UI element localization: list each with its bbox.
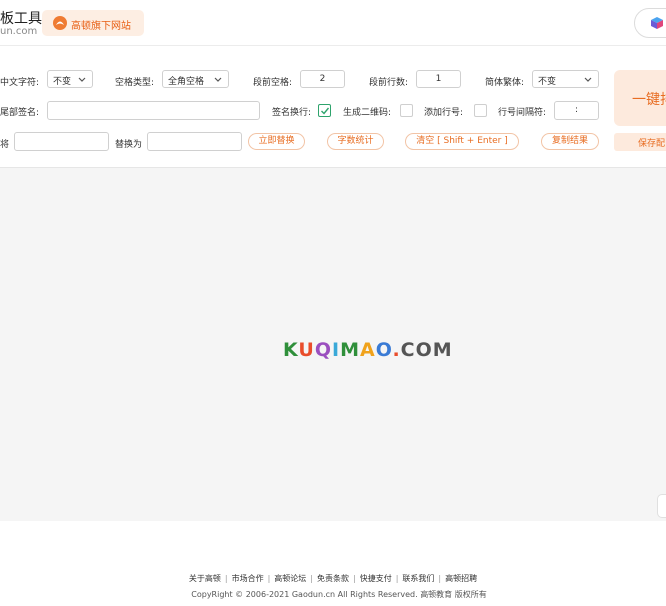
trad-simp-select[interactable]: 不变 bbox=[532, 70, 599, 88]
watermark-logo: KUQIMAO.COM bbox=[283, 339, 453, 361]
footer-link-disclaimer[interactable]: 免责条款 bbox=[317, 574, 349, 583]
parent-site-label: 高顿旗下网站 bbox=[71, 21, 131, 32]
side-float-tab[interactable] bbox=[657, 494, 666, 518]
watermark-char: I bbox=[331, 339, 341, 361]
para-lines-label: 段前行数: bbox=[369, 78, 409, 88]
replace-now-button[interactable]: 立即替换 bbox=[248, 133, 305, 150]
replace-from-label: 将 bbox=[0, 140, 10, 150]
footer-link-forum[interactable]: 高顿论坛 bbox=[274, 574, 306, 583]
sign-newline-label: 签名换行: bbox=[272, 108, 312, 118]
para-space-label: 段前空格: bbox=[253, 78, 293, 88]
space-type-select[interactable]: 全角空格 bbox=[162, 70, 229, 88]
line-number-label: 添加行号: bbox=[424, 108, 464, 118]
watermark-char: U bbox=[298, 339, 315, 361]
line-separator-label: 行号间隔符: bbox=[498, 108, 547, 118]
watermark-char: A bbox=[359, 339, 376, 361]
watermark-char: K bbox=[283, 339, 299, 361]
chinese-char-label: 中文字符: bbox=[0, 78, 40, 88]
sign-newline-checkbox[interactable] bbox=[318, 104, 331, 117]
space-type-value: 全角空格 bbox=[168, 77, 205, 87]
footer-copyright: CopyRight © 2006-2021 Gaodun.cn All Righ… bbox=[191, 590, 487, 599]
footer-separator: | bbox=[224, 574, 228, 583]
one-click-format-button[interactable]: 一键排 bbox=[614, 70, 666, 126]
line-number-checkbox[interactable] bbox=[474, 104, 487, 117]
footer-link-cooperation[interactable]: 市场合作 bbox=[232, 574, 264, 583]
chevron-down-icon bbox=[214, 76, 222, 86]
footer-separator: | bbox=[267, 574, 271, 583]
footer-link-payment[interactable]: 快捷支付 bbox=[360, 574, 392, 583]
footer-separator: | bbox=[310, 574, 313, 583]
replace-to-input[interactable] bbox=[147, 132, 242, 151]
footer-link-about[interactable]: 关于高顿 bbox=[189, 574, 221, 583]
footer-separator: | bbox=[438, 574, 442, 583]
parent-site-badge[interactable]: 高顿旗下网站 bbox=[42, 10, 144, 36]
copy-result-button[interactable]: 复制结果 bbox=[541, 133, 599, 150]
trad-simp-value: 不变 bbox=[538, 77, 557, 87]
site-logo-title[interactable]: 板工具 bbox=[0, 8, 42, 28]
cube-icon bbox=[650, 16, 664, 33]
site-header: 板工具 un.com 高顿旗下网站 bbox=[0, 0, 666, 46]
site-logo-domain: un.com bbox=[0, 26, 38, 37]
line-separator-input[interactable]: : bbox=[554, 101, 599, 120]
trad-simp-label: 简体繁体: bbox=[485, 78, 525, 88]
word-count-button[interactable]: 字数统计 bbox=[327, 133, 384, 150]
save-config-button[interactable]: 保存配 bbox=[614, 133, 666, 151]
watermark-char: O bbox=[375, 339, 393, 361]
chevron-down-icon bbox=[78, 76, 86, 86]
chinese-char-value: 不变 bbox=[53, 77, 72, 87]
para-space-input[interactable]: 2 bbox=[300, 70, 345, 88]
chinese-char-select[interactable]: 不变 bbox=[47, 70, 93, 88]
footer-links: 关于高顿 | 市场合作 | 高顿论坛 | 免责条款 | 快捷支付 | 联系我们 | 高顿招聘 bbox=[0, 573, 666, 584]
watermark-char: . bbox=[392, 339, 401, 361]
watermark-char: M bbox=[340, 339, 360, 361]
signature-input[interactable] bbox=[47, 101, 260, 120]
signature-label: 尾部签名: bbox=[0, 108, 40, 118]
footer-link-contact[interactable]: 联系我们 bbox=[402, 574, 434, 583]
chevron-down-icon bbox=[584, 76, 592, 86]
qr-code-checkbox[interactable] bbox=[400, 104, 413, 117]
watermark-char: Q bbox=[314, 339, 332, 361]
watermark-char: M bbox=[432, 339, 453, 361]
watermark-char: C bbox=[400, 339, 416, 361]
para-lines-input[interactable]: 1 bbox=[416, 70, 461, 88]
app-switch-button[interactable] bbox=[634, 8, 666, 38]
save-config-label: 保存配 bbox=[638, 139, 666, 149]
footer-separator: | bbox=[395, 574, 399, 583]
replace-from-input[interactable] bbox=[14, 132, 109, 151]
footer-link-jobs[interactable]: 高顿招聘 bbox=[445, 574, 477, 583]
one-click-format-label: 一键排 bbox=[632, 92, 666, 108]
qr-code-label: 生成二维码: bbox=[343, 108, 392, 118]
clear-button[interactable]: 清空 [ Shift + Enter ] bbox=[405, 133, 519, 150]
check-icon bbox=[321, 107, 330, 115]
watermark-char: O bbox=[415, 339, 433, 361]
replace-to-label: 替换为 bbox=[115, 140, 143, 150]
space-type-label: 空格类型: bbox=[115, 78, 155, 88]
format-toolbar: 中文字符: 不变 空格类型: 全角空格 段前空格: 2 段前行数: 1 简体繁体… bbox=[0, 46, 666, 168]
footer-separator: | bbox=[353, 574, 356, 583]
flame-logo-icon bbox=[53, 16, 67, 30]
